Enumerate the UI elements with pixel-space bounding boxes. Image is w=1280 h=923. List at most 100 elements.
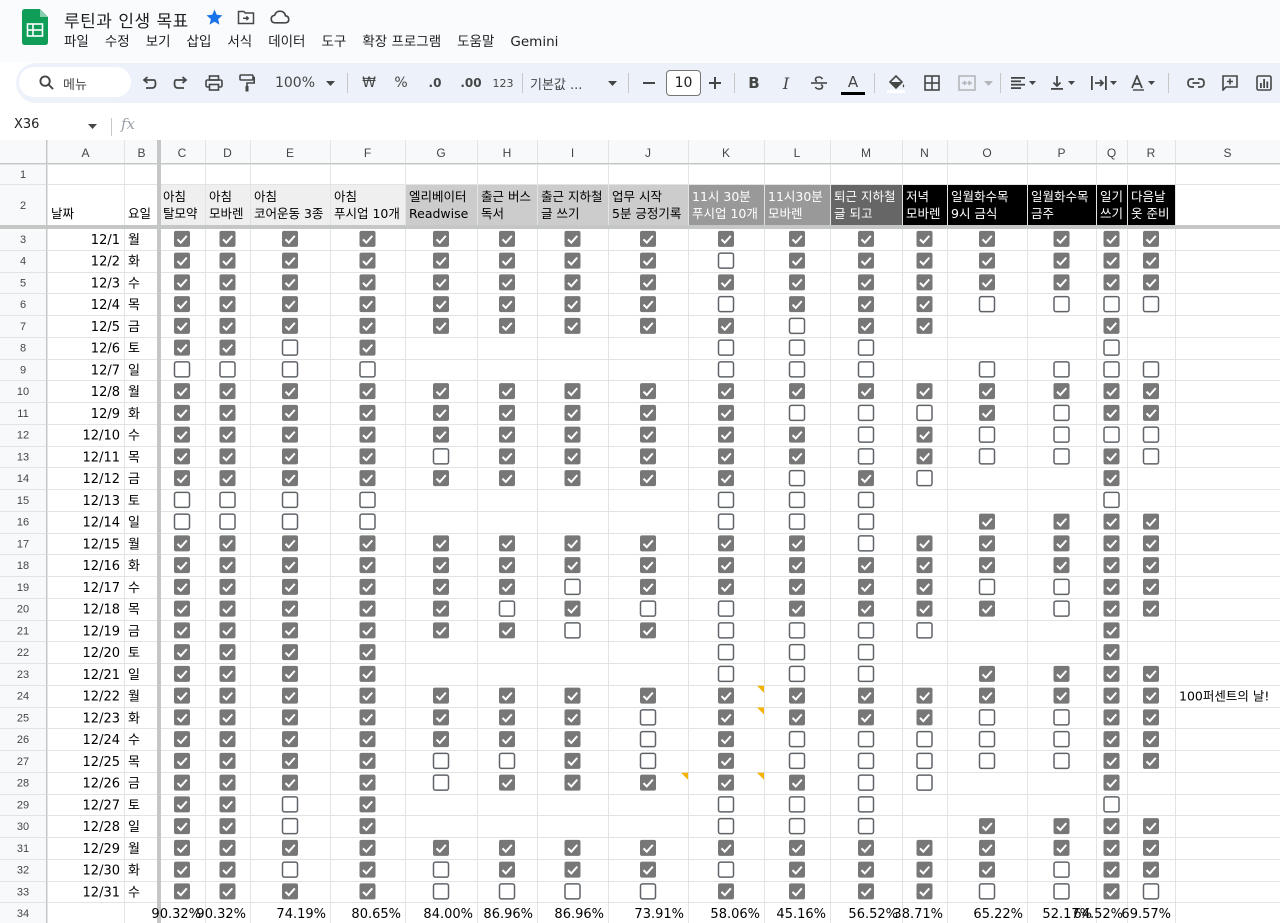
checkbox-checked[interactable] [916,383,933,400]
checkbox-checked[interactable] [789,426,805,443]
checkbox-checked[interactable] [858,687,874,704]
checkbox-checked[interactable] [219,578,236,595]
checkbox-checked[interactable] [174,774,190,791]
checkbox-checked[interactable] [1053,557,1070,574]
row-header[interactable]: 29 [17,799,29,811]
column-header-j[interactable]: J [645,146,651,160]
checkbox-checked[interactable] [718,404,734,421]
checkbox-unchecked[interactable] [788,361,806,378]
checkbox-checked[interactable] [499,317,515,334]
checkbox-checked[interactable] [1143,752,1159,769]
row-header[interactable]: 27 [17,756,29,768]
column-header-b[interactable]: B [137,146,145,160]
checkbox-unchecked[interactable] [857,752,875,770]
percentage-cell[interactable]: 73.91% [634,907,684,922]
checkbox-checked[interactable] [174,230,190,247]
checkbox-checked[interactable] [718,274,734,291]
menu-item[interactable]: 데이터 [260,31,313,53]
weekday-cell[interactable]: 화 [128,255,140,270]
checkbox-checked[interactable] [282,404,298,421]
weekday-cell[interactable]: 토 [128,798,140,813]
checkbox-unchecked[interactable] [788,796,806,813]
checkbox-checked[interactable] [789,883,805,900]
checkbox-checked[interactable] [1053,383,1070,400]
checkbox-unchecked[interactable] [564,622,581,639]
checkbox-checked[interactable] [789,230,805,247]
checkbox-checked[interactable] [1143,839,1159,856]
checkbox-unchecked[interactable] [1053,295,1070,313]
percentage-cell[interactable]: 65.22% [973,907,1023,922]
checkbox-checked[interactable] [858,861,874,878]
checkbox-unchecked[interactable] [978,295,996,313]
row-header[interactable]: 18 [17,560,29,572]
checkbox-unchecked[interactable] [857,796,875,813]
checkbox-checked[interactable] [219,230,236,247]
checkbox-checked[interactable] [219,426,236,443]
checkbox-checked[interactable] [174,818,190,835]
font-family-select[interactable]: 기본값 ... [530,63,606,103]
checkbox-checked[interactable] [789,774,805,791]
checkbox-unchecked[interactable] [498,600,516,617]
checkbox-checked[interactable] [219,774,236,791]
checkbox-unchecked[interactable] [1103,295,1120,313]
checkbox-checked[interactable] [174,861,190,878]
checkbox-checked[interactable] [1143,709,1159,726]
checkbox-checked[interactable] [359,252,376,269]
date-cell[interactable]: 12/25 [83,755,120,770]
column-header-g[interactable]: G [436,146,445,160]
checkbox-checked[interactable] [219,839,236,856]
menu-item[interactable]: 보기 [138,31,179,53]
date-cell[interactable]: 12/9 [91,407,120,422]
checkbox-checked[interactable] [640,774,656,791]
checkbox-checked[interactable] [282,600,298,617]
checkbox-checked[interactable] [1143,557,1159,574]
decrease-decimal-button[interactable]: .0 [420,63,450,103]
checkbox-checked[interactable] [718,687,734,704]
checkbox-unchecked[interactable] [857,643,875,661]
checkbox-checked[interactable] [789,383,805,400]
checkbox-checked[interactable] [359,883,376,900]
checkbox-checked[interactable] [564,296,581,313]
date-cell[interactable]: 12/31 [83,885,120,900]
date-cell[interactable]: 12/12 [83,472,120,487]
star-icon[interactable] [205,8,224,27]
checkbox-checked[interactable] [1143,665,1159,682]
checkbox-checked[interactable] [219,752,236,769]
checkbox-checked[interactable] [718,383,734,400]
checkbox-checked[interactable] [219,883,236,900]
checkbox-unchecked[interactable] [1053,578,1070,596]
checkbox-checked[interactable] [282,622,298,639]
column-header-o[interactable]: O [982,146,991,160]
merge-cells-button[interactable] [952,63,982,103]
checkbox-unchecked[interactable] [717,491,735,509]
checkbox-checked[interactable] [979,557,995,574]
checkbox-checked[interactable] [718,448,734,465]
weekday-cell[interactable]: 금 [128,624,140,639]
checkbox-checked[interactable] [174,752,190,769]
checkbox-checked[interactable] [564,535,581,552]
row-header[interactable]: 2 [20,200,26,212]
checkbox-checked[interactable] [1053,665,1070,682]
checkbox-unchecked[interactable] [978,448,996,465]
checkbox-unchecked[interactable] [1142,448,1160,465]
checkbox-checked[interactable] [359,535,376,552]
checkbox-checked[interactable] [282,230,298,247]
note-cell[interactable]: 100퍼센트의 날! [1179,689,1269,704]
percentage-cell[interactable]: 58.06% [710,907,760,922]
checkbox-checked[interactable] [1053,252,1070,269]
column-title[interactable]: 요일 [128,206,151,221]
row-header[interactable]: 14 [17,473,29,485]
checkbox-checked[interactable] [174,339,190,356]
weekday-cell[interactable]: 일 [128,820,140,835]
sheets-logo-icon[interactable] [22,9,48,45]
checkbox-checked[interactable] [979,230,995,247]
checkbox-checked[interactable] [1103,230,1120,247]
search-menus-box[interactable]: 메뉴 [19,67,131,97]
checkbox-checked[interactable] [359,687,376,704]
checkbox-checked[interactable] [979,383,995,400]
checkbox-checked[interactable] [219,339,236,356]
checkbox-checked[interactable] [1103,513,1120,530]
weekday-cell[interactable]: 월 [128,690,140,705]
checkbox-checked[interactable] [858,252,874,269]
row-header[interactable]: 26 [17,734,29,746]
